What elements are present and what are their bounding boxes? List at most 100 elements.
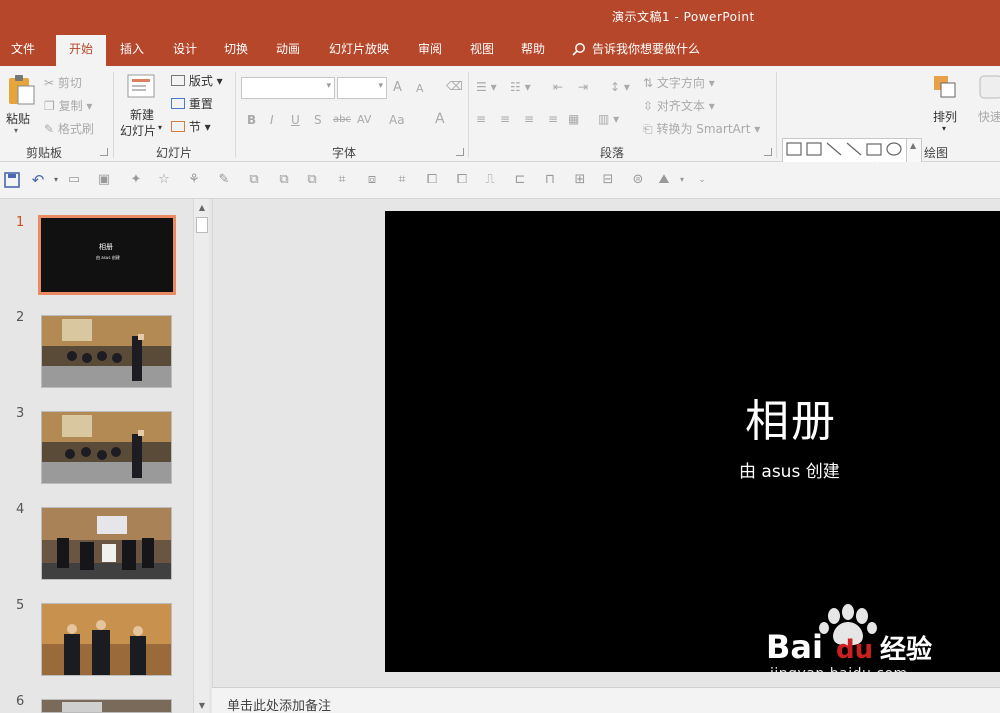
photo-meeting-icon — [42, 316, 171, 387]
save-icon[interactable] — [4, 172, 20, 188]
paste-button[interactable]: 粘贴 ▾ — [4, 72, 36, 135]
strikethrough-button[interactable]: abc — [333, 114, 351, 125]
italic-button[interactable]: I — [270, 113, 274, 127]
arrange-icon — [934, 76, 956, 98]
tab-insert[interactable]: 插入 — [110, 35, 154, 66]
lock-icon[interactable]: ⎍ — [482, 172, 498, 188]
quick-access-toolbar: ↶ ▾ ▭ ▣ ✦ ☆ ⚘ ✎ ⧉ ⧉ ⧉ ⌗ ⧈ ⌗ ⧠ ⧠ ⎍ ⊏ ⊓ ⊞ … — [0, 162, 1000, 199]
shadow-button[interactable]: S — [314, 113, 322, 127]
align-left-obj-icon[interactable]: ⊏ — [512, 172, 528, 188]
arrange-button[interactable]: 排列 ▾ — [928, 72, 964, 136]
reset-button[interactable]: 重置 — [171, 95, 213, 112]
pin-icon[interactable]: ✦ — [128, 172, 144, 188]
align-center-obj-icon[interactable]: ⊟ — [600, 172, 616, 188]
slide-subtitle[interactable]: 由 asus 创建 — [739, 457, 840, 482]
drawing-group-label: 绘图 — [924, 146, 949, 160]
section-button[interactable]: 节 ▾ — [171, 118, 211, 135]
slide-thumbnail-4[interactable] — [41, 507, 172, 580]
align-middle-obj-icon[interactable]: ⊞ — [572, 172, 588, 188]
numbering-icon[interactable]: ☷ ▾ — [510, 80, 531, 94]
scroll-down-icon[interactable]: ▼ — [195, 699, 209, 713]
group-icon[interactable]: ⧉ — [246, 172, 262, 188]
tab-file[interactable]: 文件 — [0, 35, 46, 66]
cut-button[interactable]: ✂ 剪切 — [44, 74, 82, 91]
scroll-thumb[interactable] — [196, 217, 208, 233]
bullets-icon[interactable]: ☰ ▾ — [476, 80, 497, 94]
tab-home[interactable]: 开始 — [56, 35, 106, 66]
format-painter-button[interactable]: ✎ 格式刷 — [44, 120, 94, 137]
customize-qat-icon[interactable]: ⌄ — [694, 172, 710, 188]
slide-title[interactable]: 相册 — [745, 385, 837, 449]
shrink-font-button[interactable]: A — [416, 82, 424, 95]
align-top-obj-icon[interactable]: ⊓ — [542, 172, 558, 188]
quick-styles-button[interactable]: 快速样 — [974, 72, 1000, 136]
text-direction-button[interactable]: ⇅ 文字方向 ▾ — [643, 74, 715, 91]
paragraph-launcher[interactable] — [764, 148, 772, 156]
clipboard-icon — [9, 75, 35, 105]
layout-button[interactable]: 版式 ▾ — [171, 72, 223, 89]
divider — [235, 72, 236, 158]
tab-view[interactable]: 视图 — [460, 35, 504, 66]
align-center-icon[interactable]: ≡ — [500, 112, 510, 126]
tab-review[interactable]: 审阅 — [408, 35, 452, 66]
shape-fill-icon[interactable]: ⛰ — [656, 172, 672, 188]
thumb-subtitle: 由 asus 创建 — [96, 255, 120, 260]
slide-number: 3 — [16, 406, 25, 421]
scroll-up-icon[interactable]: ▲ — [195, 201, 209, 215]
slide-thumbnail-1[interactable]: 相册 由 asus 创建 — [38, 215, 176, 295]
photo-meeting-icon — [42, 508, 171, 579]
select-icon[interactable]: ⧈ — [364, 172, 380, 188]
smartart-button[interactable]: ⎗ 转换为 SmartArt ▾ — [643, 120, 760, 137]
bring-forward-icon[interactable]: ⧠ — [424, 172, 440, 188]
tab-slideshow[interactable]: 幻灯片放映 — [320, 35, 398, 66]
crop-icon[interactable]: ⌗ — [334, 172, 350, 188]
copy-button[interactable]: ❐ 复制 ▾ — [44, 97, 92, 114]
font-launcher[interactable] — [456, 148, 464, 156]
tell-me-box[interactable]: 告诉我你想要做什么 — [572, 35, 700, 66]
change-case-button[interactable]: Aa — [389, 113, 405, 127]
slide-thumbnail-3[interactable] — [41, 411, 172, 484]
distribute-icon[interactable]: ▦ — [568, 112, 579, 126]
clear-format-icon[interactable]: ⌫ — [446, 79, 463, 93]
star-icon[interactable]: ☆ — [156, 172, 172, 188]
clipboard-launcher[interactable] — [100, 148, 108, 156]
tab-animations[interactable]: 动画 — [266, 35, 310, 66]
font-color-button[interactable]: A — [435, 111, 445, 127]
brush-icon: ✎ — [44, 122, 55, 136]
chevron-down-icon[interactable]: ▾ — [48, 172, 64, 188]
send-backward-icon[interactable]: ⧠ — [454, 172, 470, 188]
chevron-down-icon[interactable]: ▾ — [674, 172, 690, 188]
ungroup-icon[interactable]: ⧉ — [276, 172, 292, 188]
animation-icon[interactable]: ⚘ — [186, 172, 202, 188]
tab-help[interactable]: 帮助 — [511, 35, 555, 66]
underline-button[interactable]: U — [291, 113, 300, 127]
crop2-icon[interactable]: ⌗ — [394, 172, 410, 188]
distribute-obj-icon[interactable]: ⊜ — [630, 172, 646, 188]
bold-button[interactable]: B — [247, 113, 256, 127]
line-spacing-icon[interactable]: ↕ ▾ — [610, 80, 630, 94]
watermark-brand2: du — [836, 635, 873, 665]
tab-design[interactable]: 设计 — [163, 35, 207, 66]
tab-transitions[interactable]: 切换 — [214, 35, 258, 66]
columns-icon[interactable]: ▥ ▾ — [598, 112, 619, 126]
align-left-icon[interactable]: ≡ — [476, 112, 486, 126]
decrease-indent-icon[interactable]: ⇤ — [553, 80, 563, 94]
font-family-select[interactable] — [241, 77, 335, 99]
increase-indent-icon[interactable]: ⇥ — [578, 80, 588, 94]
slide-thumbnail-2[interactable] — [41, 315, 172, 388]
new-slide-button[interactable]: 新建 幻灯片 ▾ — [118, 70, 166, 140]
screenshot-icon[interactable]: ▣ — [96, 172, 112, 188]
regroup-icon[interactable]: ⧉ — [304, 172, 320, 188]
slide-icon[interactable]: ▭ — [66, 172, 82, 188]
align-text-button[interactable]: ⇳ 对齐文本 ▾ — [643, 97, 715, 114]
slide-thumbnail-5[interactable] — [41, 603, 172, 676]
slide-thumbnail-6[interactable] — [41, 699, 172, 713]
justify-icon[interactable]: ≡ — [548, 112, 558, 126]
font-size-select[interactable] — [337, 77, 387, 99]
align-right-icon[interactable]: ≡ — [524, 112, 534, 126]
grow-font-button[interactable]: A — [393, 80, 402, 95]
char-spacing-button[interactable]: AV — [357, 113, 371, 126]
thumbnail-scrollbar[interactable]: ▲ ▼ — [193, 199, 209, 713]
undo-icon[interactable]: ↶ — [30, 172, 46, 188]
pen-icon[interactable]: ✎ — [216, 172, 232, 188]
